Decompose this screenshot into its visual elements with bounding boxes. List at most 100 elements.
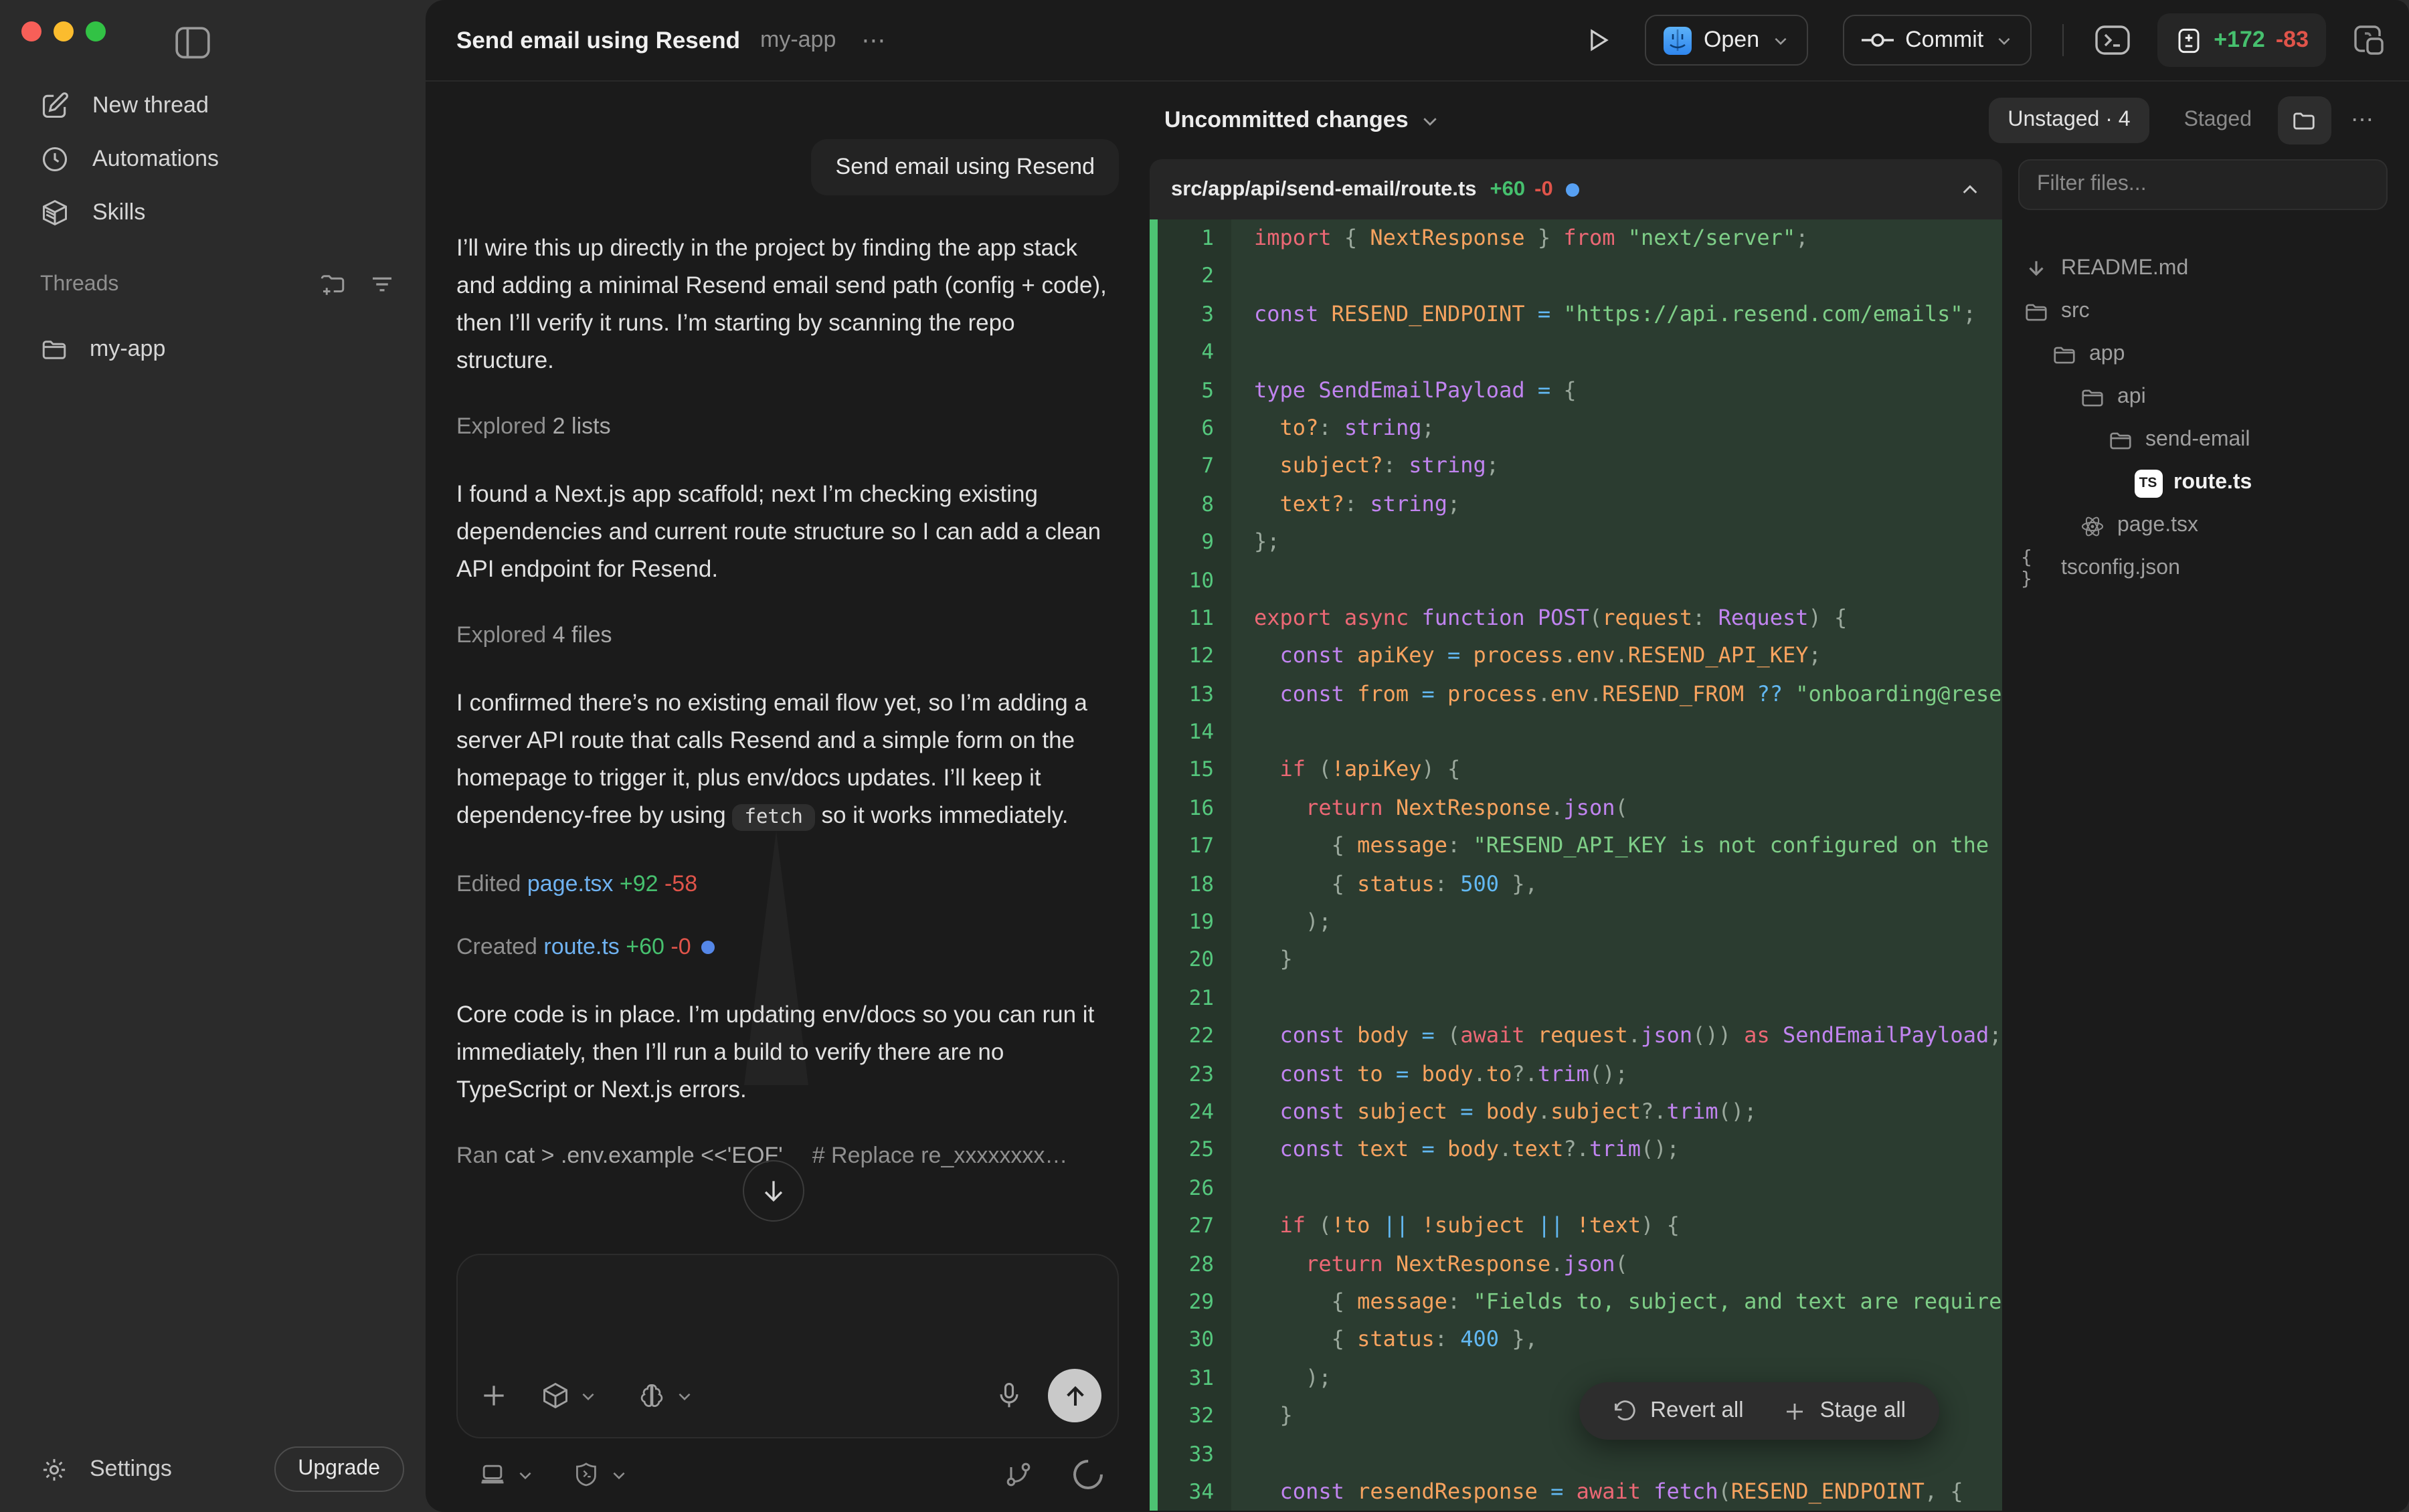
code-line: 30 { status: 400 }, [1150, 1321, 2002, 1359]
activity-line: Created route.ts +60 -0 [456, 933, 1119, 962]
unsaved-dot [1567, 183, 1580, 196]
revert-all-button[interactable]: Revert all [1613, 1398, 1743, 1424]
new-window-icon[interactable] [2351, 23, 2386, 58]
tree-item-README.md[interactable]: README.md [2018, 248, 2388, 290]
zoom-window-button[interactable] [86, 21, 106, 41]
code-text [1231, 713, 2002, 751]
content-area: Send email using Resend my-app ⋯ Open [426, 0, 2409, 1512]
collapse-chevron-icon[interactable] [1959, 179, 1981, 200]
tree-item-tsconfig.json[interactable]: { }tsconfig.json [2018, 547, 2388, 590]
open-label: Open [1704, 27, 1759, 54]
code-text [1231, 333, 2002, 371]
diff-file-header[interactable]: src/app/api/send-email/route.ts +60 -0 [1150, 159, 2002, 219]
file-tree: README.mdsrcappapisend-emailTSroute.tspa… [2018, 248, 2388, 590]
thread-item-my-app[interactable]: my-app [0, 325, 426, 373]
open-button[interactable]: Open [1645, 15, 1807, 66]
folder-icon [2291, 108, 2317, 133]
chat-input[interactable] [476, 1274, 1099, 1367]
page-title: Send email using Resend [456, 26, 740, 54]
line-number: 16 [1150, 789, 1231, 828]
tree-item-send-email[interactable]: send-email [2018, 419, 2388, 462]
file-view-toggle[interactable] [2277, 96, 2331, 145]
changes-menu-ellipsis[interactable]: ⋯ [2351, 107, 2376, 134]
text-run: I found a Next.js app scaffold; next I’m… [456, 480, 1101, 582]
agent-selector[interactable] [571, 1460, 628, 1489]
sidebar-toggle-icon[interactable] [175, 27, 210, 59]
tree-item-src[interactable]: src [2018, 290, 2388, 333]
text-run: Created [456, 934, 543, 959]
code-text: ); [1231, 903, 2002, 941]
file-link[interactable]: route.ts [543, 934, 619, 959]
unsaved-dot [702, 941, 715, 954]
code-line: 21 [1150, 979, 2002, 1018]
sidebar: New thread Automations Skills [0, 0, 426, 1512]
text-run: Explored [456, 413, 553, 439]
sidebar-item-skills[interactable]: Skills [0, 186, 426, 240]
line-number: 25 [1150, 1131, 1231, 1169]
folder-icon [2049, 340, 2078, 369]
stage-all-button[interactable]: Stage all [1783, 1398, 1906, 1424]
activity-line: Explored 2 lists [456, 412, 1119, 442]
unstaged-tab[interactable]: Unstaged · 4 [1989, 98, 2149, 143]
code-text: { message: "Fields to, subject, and text… [1231, 1283, 2002, 1321]
reasoning-selector[interactable] [637, 1381, 693, 1410]
changes-header: Uncommitted changes Unstaged · 4 Staged [1150, 82, 2409, 159]
filter-threads-icon[interactable] [368, 270, 396, 298]
filter-files-input[interactable] [2018, 159, 2388, 210]
minimize-window-button[interactable] [54, 21, 74, 41]
upgrade-button[interactable]: Upgrade [274, 1446, 404, 1492]
attach-plus-icon[interactable] [479, 1381, 509, 1410]
code-line: 3const RESEND_ENDPOINT = "https://api.re… [1150, 296, 2002, 334]
changes-title[interactable]: Uncommitted changes [1164, 107, 1409, 134]
text-run: -58 [658, 871, 698, 896]
threads-header: Threads [40, 270, 396, 298]
settings-button[interactable]: Settings [0, 1455, 274, 1483]
code-text: } [1231, 941, 2002, 979]
line-number: 34 [1150, 1473, 1231, 1511]
text-run: +92 [613, 871, 658, 896]
diff-stats-badge[interactable]: +172 -83 [2157, 13, 2326, 67]
tree-item-api[interactable]: api [2018, 376, 2388, 419]
line-number: 26 [1150, 1169, 1231, 1208]
braces-icon: { } [2021, 554, 2050, 583]
code-text: type SendEmailPayload = { [1231, 371, 2002, 409]
gear-icon [40, 1455, 68, 1483]
scroll-to-bottom-button[interactable] [743, 1160, 804, 1222]
staged-tab[interactable]: Staged [2184, 108, 2252, 132]
code-text: const to = body.to?.trim(); [1231, 1055, 2002, 1093]
model-cube-icon [541, 1381, 570, 1410]
code-text: return NextResponse.json( [1231, 1245, 2002, 1283]
commit-button[interactable]: Commit [1842, 15, 2032, 66]
close-window-button[interactable] [21, 21, 41, 41]
sidebar-item-automations[interactable]: Automations [0, 132, 426, 186]
send-button[interactable] [1048, 1369, 1101, 1422]
line-number: 4 [1150, 333, 1231, 371]
code-line: 9}; [1150, 523, 2002, 561]
tree-item-page.tsx[interactable]: page.tsx [2018, 504, 2388, 547]
code-line: 11export async function POST(request: Re… [1150, 599, 2002, 638]
code-text: const apiKey = process.env.RESEND_API_KE… [1231, 638, 2002, 676]
code-text: const subject = body.subject?.trim(); [1231, 1093, 2002, 1131]
mic-icon[interactable] [994, 1381, 1024, 1410]
code-line: 1import { NextResponse } from "next/serv… [1150, 219, 2002, 258]
environment-selector[interactable] [478, 1460, 534, 1489]
code-text: export async function POST(request: Requ… [1231, 599, 2002, 638]
model-selector[interactable] [541, 1381, 597, 1410]
code-text: return NextResponse.json( [1231, 789, 2002, 828]
code-text: }; [1231, 523, 2002, 561]
tree-item-route.ts[interactable]: TSroute.ts [2018, 462, 2388, 504]
thread-menu-ellipsis[interactable]: ⋯ [861, 26, 888, 54]
code-text: const text = body.text?.trim(); [1231, 1131, 2002, 1169]
tree-item-app[interactable]: app [2018, 333, 2388, 376]
run-icon[interactable] [1583, 25, 1613, 55]
clock-icon [40, 145, 70, 174]
sidebar-item-new-thread[interactable]: New thread [0, 79, 426, 132]
diff-panel: src/app/api/send-email/route.ts +60 -0 1… [1150, 159, 2002, 1512]
chevron-down-icon [676, 1387, 693, 1404]
diff-file-card: src/app/api/send-email/route.ts +60 -0 1… [1150, 159, 2002, 1512]
file-link[interactable]: page.tsx [527, 871, 614, 896]
git-branch-icon[interactable] [1004, 1460, 1033, 1489]
new-folder-icon[interactable] [319, 270, 347, 298]
terminal-icon[interactable] [2094, 24, 2131, 56]
line-number: 7 [1150, 448, 1231, 486]
